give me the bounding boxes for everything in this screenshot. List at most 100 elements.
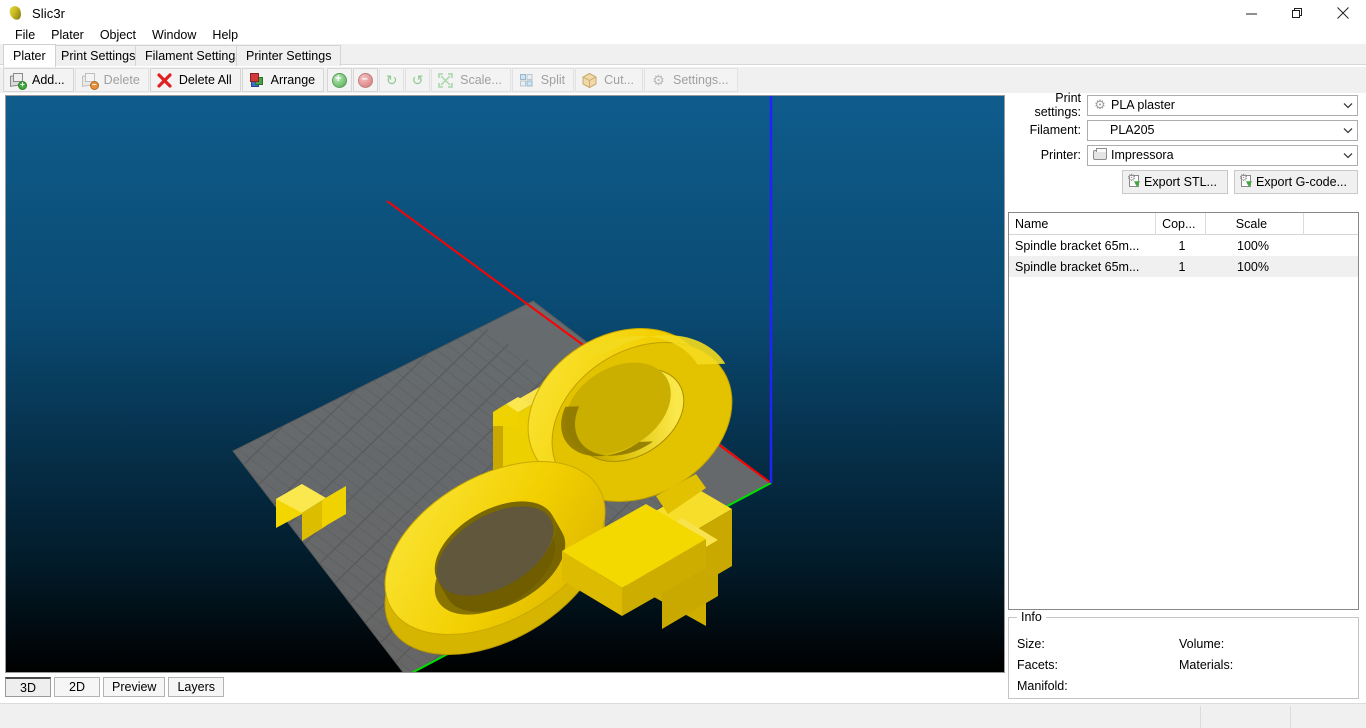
object-scale: 100% bbox=[1237, 238, 1269, 253]
view-mode-tabs: 3D 2D Preview Layers bbox=[5, 677, 1005, 699]
object-list-header: Name Cop... Scale bbox=[1009, 213, 1358, 235]
menu-help[interactable]: Help bbox=[204, 27, 246, 44]
split-button[interactable]: Split bbox=[511, 68, 575, 92]
scale-button[interactable]: Scale... bbox=[431, 68, 511, 92]
tab-printer-settings[interactable]: Printer Settings bbox=[236, 45, 342, 66]
object-name: Spindle bracket 65m... bbox=[1015, 259, 1140, 274]
cut-button[interactable]: Cut... bbox=[575, 68, 643, 92]
chevron-down-icon[interactable] bbox=[1339, 121, 1357, 140]
column-header-name[interactable]: Name bbox=[1009, 213, 1157, 235]
printer-value: Impressora bbox=[1111, 148, 1174, 162]
split-icon bbox=[518, 72, 535, 89]
decrease-copies-button[interactable]: – bbox=[353, 68, 379, 92]
export-gcode-icon: ⚙ ▼ bbox=[1238, 173, 1254, 190]
window-controls bbox=[1228, 0, 1366, 26]
printer-icon bbox=[1092, 147, 1108, 163]
close-icon[interactable] bbox=[1320, 0, 1366, 26]
delete-object-icon: – bbox=[81, 72, 99, 90]
main-tabstrip: Plater Print Settings Filament Settings … bbox=[0, 44, 1366, 67]
title-bar: Slic3r bbox=[0, 0, 1366, 26]
rotate-clockwise-icon: ↺ bbox=[411, 71, 424, 88]
minimize-icon[interactable] bbox=[1228, 0, 1274, 26]
printer-row: Printer: Impressora bbox=[1007, 144, 1366, 166]
info-legend: Info bbox=[1017, 610, 1046, 624]
status-divider bbox=[1200, 706, 1201, 728]
menu-window[interactable]: Window bbox=[144, 27, 204, 44]
filament-row: Filament: PLA205 bbox=[1007, 119, 1366, 141]
export-buttons-row: ⚙ ▼ Export STL... ⚙ ▼ Export G-code... bbox=[1007, 170, 1366, 194]
object-name: Spindle bracket 65m... bbox=[1015, 238, 1140, 253]
filament-combo[interactable]: PLA205 bbox=[1087, 119, 1358, 141]
print-settings-label: Print settings: bbox=[1034, 91, 1081, 119]
printer-label: Printer: bbox=[1040, 148, 1081, 162]
restore-icon[interactable] bbox=[1274, 0, 1320, 26]
info-box: Info Size: Volume: Facets: Materials: Ma… bbox=[1008, 610, 1359, 699]
object-list[interactable]: Name Cop... Scale Spindle bracket 65m...… bbox=[1008, 212, 1359, 610]
export-stl-button[interactable]: ⚙ ▼ Export STL... bbox=[1122, 170, 1228, 194]
status-bar bbox=[0, 703, 1366, 728]
object-scale: 100% bbox=[1237, 259, 1269, 274]
arrange-icon bbox=[248, 72, 265, 89]
add-object-icon: + bbox=[9, 72, 27, 90]
info-manifold-label: Manifold: bbox=[1017, 679, 1068, 693]
right-panel: Print settings: ⚙ PLA plaster Filament: … bbox=[1007, 91, 1366, 700]
export-gcode-button[interactable]: ⚙ ▼ Export G-code... bbox=[1233, 170, 1358, 194]
plater-toolbar: + Add... – Delete Delete All Arrange + –… bbox=[0, 67, 1366, 93]
cut-icon bbox=[581, 72, 598, 89]
info-facets-label: Facets: bbox=[1017, 658, 1058, 672]
object-copies: 1 bbox=[1178, 259, 1186, 274]
filament-label: Filament: bbox=[1029, 123, 1081, 137]
print-settings-combo[interactable]: ⚙ PLA plaster bbox=[1087, 94, 1358, 116]
settings-button[interactable]: ⚙ Settings... bbox=[644, 68, 738, 92]
object-copies: 1 bbox=[1178, 238, 1186, 253]
plus-circle-icon: + bbox=[331, 72, 348, 89]
filament-value: PLA205 bbox=[1110, 123, 1155, 137]
tab-plater[interactable]: Plater bbox=[3, 44, 56, 67]
table-row[interactable]: Spindle bracket 65m... 1 100% bbox=[1009, 235, 1358, 256]
rotate-ccw-button[interactable]: ↻ bbox=[379, 68, 405, 92]
export-stl-label: Export STL... bbox=[1144, 175, 1217, 189]
delete-all-icon bbox=[156, 72, 173, 89]
view-tab-preview[interactable]: Preview bbox=[103, 677, 166, 697]
arrange-button[interactable]: Arrange bbox=[241, 68, 325, 92]
chevron-down-icon[interactable] bbox=[1339, 146, 1357, 165]
gear-icon: ⚙ bbox=[652, 71, 665, 88]
info-size-label: Size: bbox=[1017, 637, 1045, 651]
view-tab-layers[interactable]: Layers bbox=[168, 677, 224, 697]
delete-all-button[interactable]: Delete All bbox=[149, 68, 241, 92]
gear-icon: ⚙ bbox=[1094, 97, 1106, 112]
column-header-copies[interactable]: Cop... bbox=[1156, 213, 1206, 235]
menu-object[interactable]: Object bbox=[92, 27, 144, 44]
3d-scene bbox=[6, 96, 1004, 672]
printer-combo[interactable]: Impressora bbox=[1087, 144, 1358, 166]
info-volume-label: Volume: bbox=[1179, 637, 1225, 651]
tab-print-settings[interactable]: Print Settings bbox=[51, 45, 146, 66]
print-settings-value: PLA plaster bbox=[1111, 98, 1175, 112]
menu-bar: File Plater Object Window Help bbox=[0, 26, 1366, 44]
add-button[interactable]: + Add... bbox=[3, 68, 74, 92]
view-tab-3d[interactable]: 3D bbox=[5, 677, 51, 697]
column-header-scale[interactable]: Scale bbox=[1206, 213, 1305, 235]
delete-button[interactable]: – Delete bbox=[74, 68, 149, 92]
print-settings-row: Print settings: ⚙ PLA plaster bbox=[1007, 91, 1366, 119]
export-stl-icon: ⚙ ▼ bbox=[1127, 173, 1142, 190]
column-header-spacer bbox=[1304, 213, 1358, 235]
status-divider bbox=[1290, 706, 1291, 728]
slic3r-logo-icon bbox=[8, 4, 24, 22]
minus-circle-icon: – bbox=[357, 72, 374, 89]
3d-viewport[interactable] bbox=[5, 95, 1005, 673]
chevron-down-icon[interactable] bbox=[1339, 96, 1357, 115]
view-tab-2d[interactable]: 2D bbox=[54, 677, 100, 697]
info-materials-label: Materials: bbox=[1179, 658, 1234, 672]
slic3r-window: Slic3r File Plater Object Window Help Pl… bbox=[0, 0, 1366, 728]
menu-plater[interactable]: Plater bbox=[43, 27, 92, 44]
scale-icon bbox=[437, 72, 454, 89]
export-gcode-label: Export G-code... bbox=[1255, 175, 1347, 189]
rotate-counterclockwise-icon: ↻ bbox=[385, 71, 398, 88]
window-title: Slic3r bbox=[32, 5, 66, 21]
tab-filament-settings[interactable]: Filament Settings bbox=[135, 45, 252, 66]
rotate-cw-button[interactable]: ↺ bbox=[405, 68, 431, 92]
table-row[interactable]: Spindle bracket 65m... 1 100% bbox=[1009, 256, 1358, 277]
menu-file[interactable]: File bbox=[7, 27, 43, 44]
increase-copies-button[interactable]: + bbox=[327, 68, 353, 92]
